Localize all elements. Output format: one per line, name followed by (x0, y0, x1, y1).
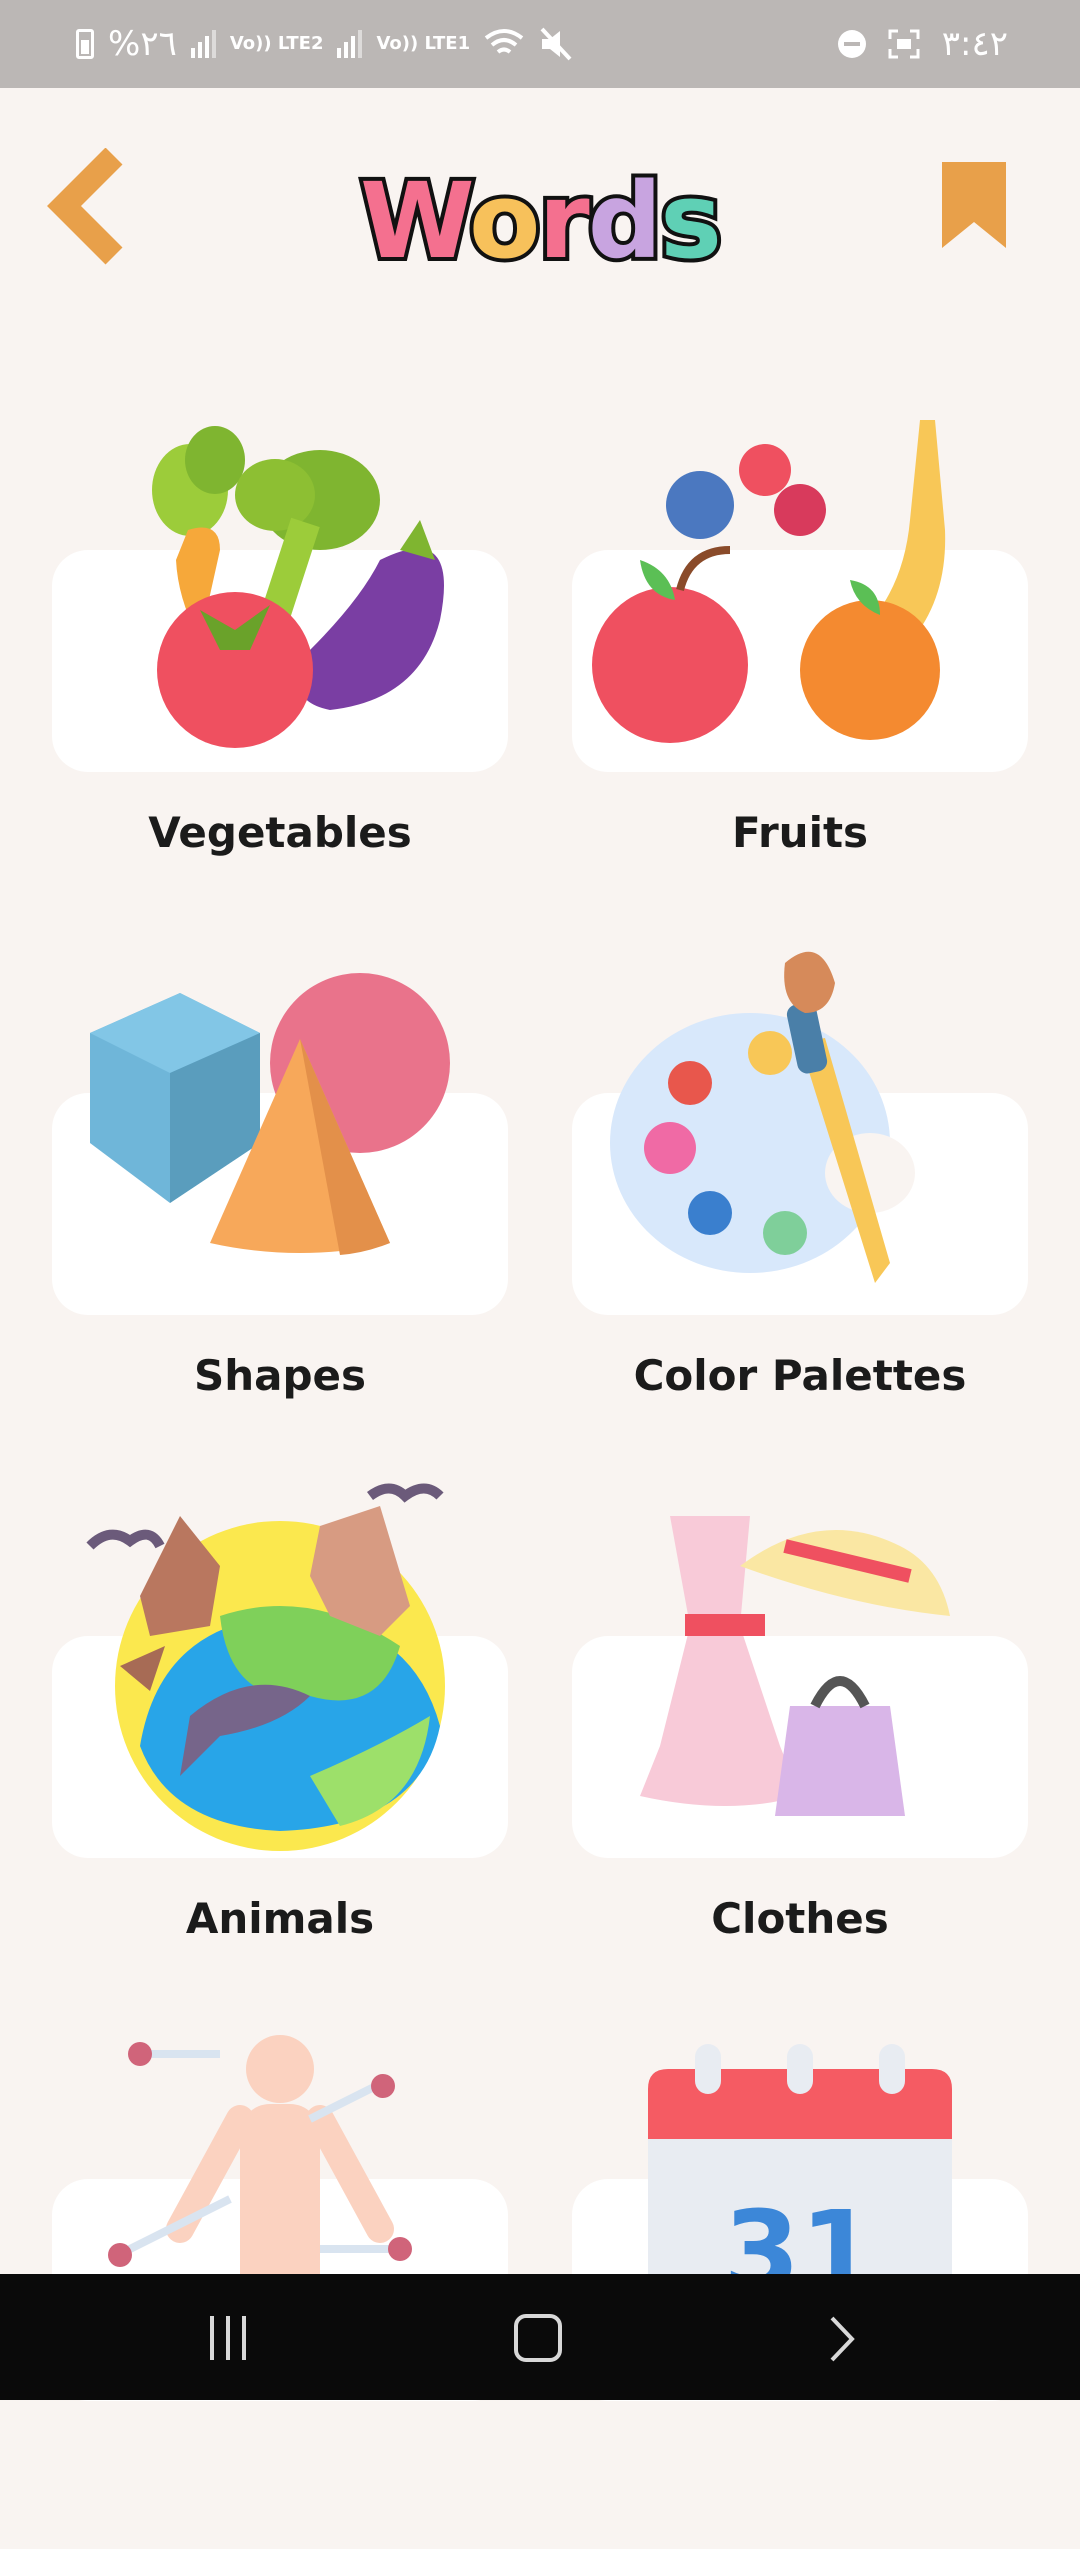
signal-icon (190, 30, 216, 58)
wifi-icon (484, 29, 524, 54)
clothes-icon (640, 1516, 950, 1816)
page-title: Words (356, 156, 726, 286)
clock: ٣:٤٢ (941, 24, 1008, 64)
dnd-icon (837, 30, 866, 58)
status-bar: %٢٦ Vo)) LTE2 Vo)) LTE1 ٣:٤٢ (0, 0, 1080, 88)
battery-percent: %٢٦ (108, 24, 177, 64)
screenshot-icon (888, 29, 920, 59)
home-icon[interactable] (514, 2314, 562, 2362)
category-card-vegetables[interactable]: Vegetables (52, 400, 508, 920)
category-label: Shapes (193, 1351, 367, 1400)
recent-apps-icon[interactable] (210, 2316, 260, 2360)
category-label: Fruits (731, 808, 869, 857)
category-card-shapes[interactable]: Shapes (52, 943, 508, 1463)
sim1-label: Vo)) LTE1 (376, 33, 471, 54)
back-icon[interactable] (818, 2314, 868, 2364)
fruits-icon (592, 420, 946, 743)
category-card-color-palettes[interactable]: Color Palettes (572, 943, 1028, 1463)
category-label: Animals (185, 1894, 375, 1943)
category-card-animals[interactable]: Animals (52, 1483, 508, 2006)
palette-icon (610, 951, 915, 1283)
category-label: Vegetables (148, 808, 412, 857)
category-label: Color Palettes (633, 1351, 967, 1400)
category-label: Clothes (711, 1894, 889, 1943)
mute-icon (540, 27, 572, 61)
vegetables-icon (152, 426, 444, 748)
shapes-icon (90, 973, 450, 1255)
sim2-label: Vo)) LTE2 (229, 33, 324, 54)
bookmark-icon[interactable] (938, 160, 1010, 252)
category-card-clothes[interactable]: Clothes (572, 1486, 1028, 2006)
signal-icon (337, 30, 363, 58)
battery-icon (76, 29, 94, 59)
category-card-fruits[interactable]: Fruits (572, 400, 1028, 920)
animals-icon (86, 1483, 445, 1851)
